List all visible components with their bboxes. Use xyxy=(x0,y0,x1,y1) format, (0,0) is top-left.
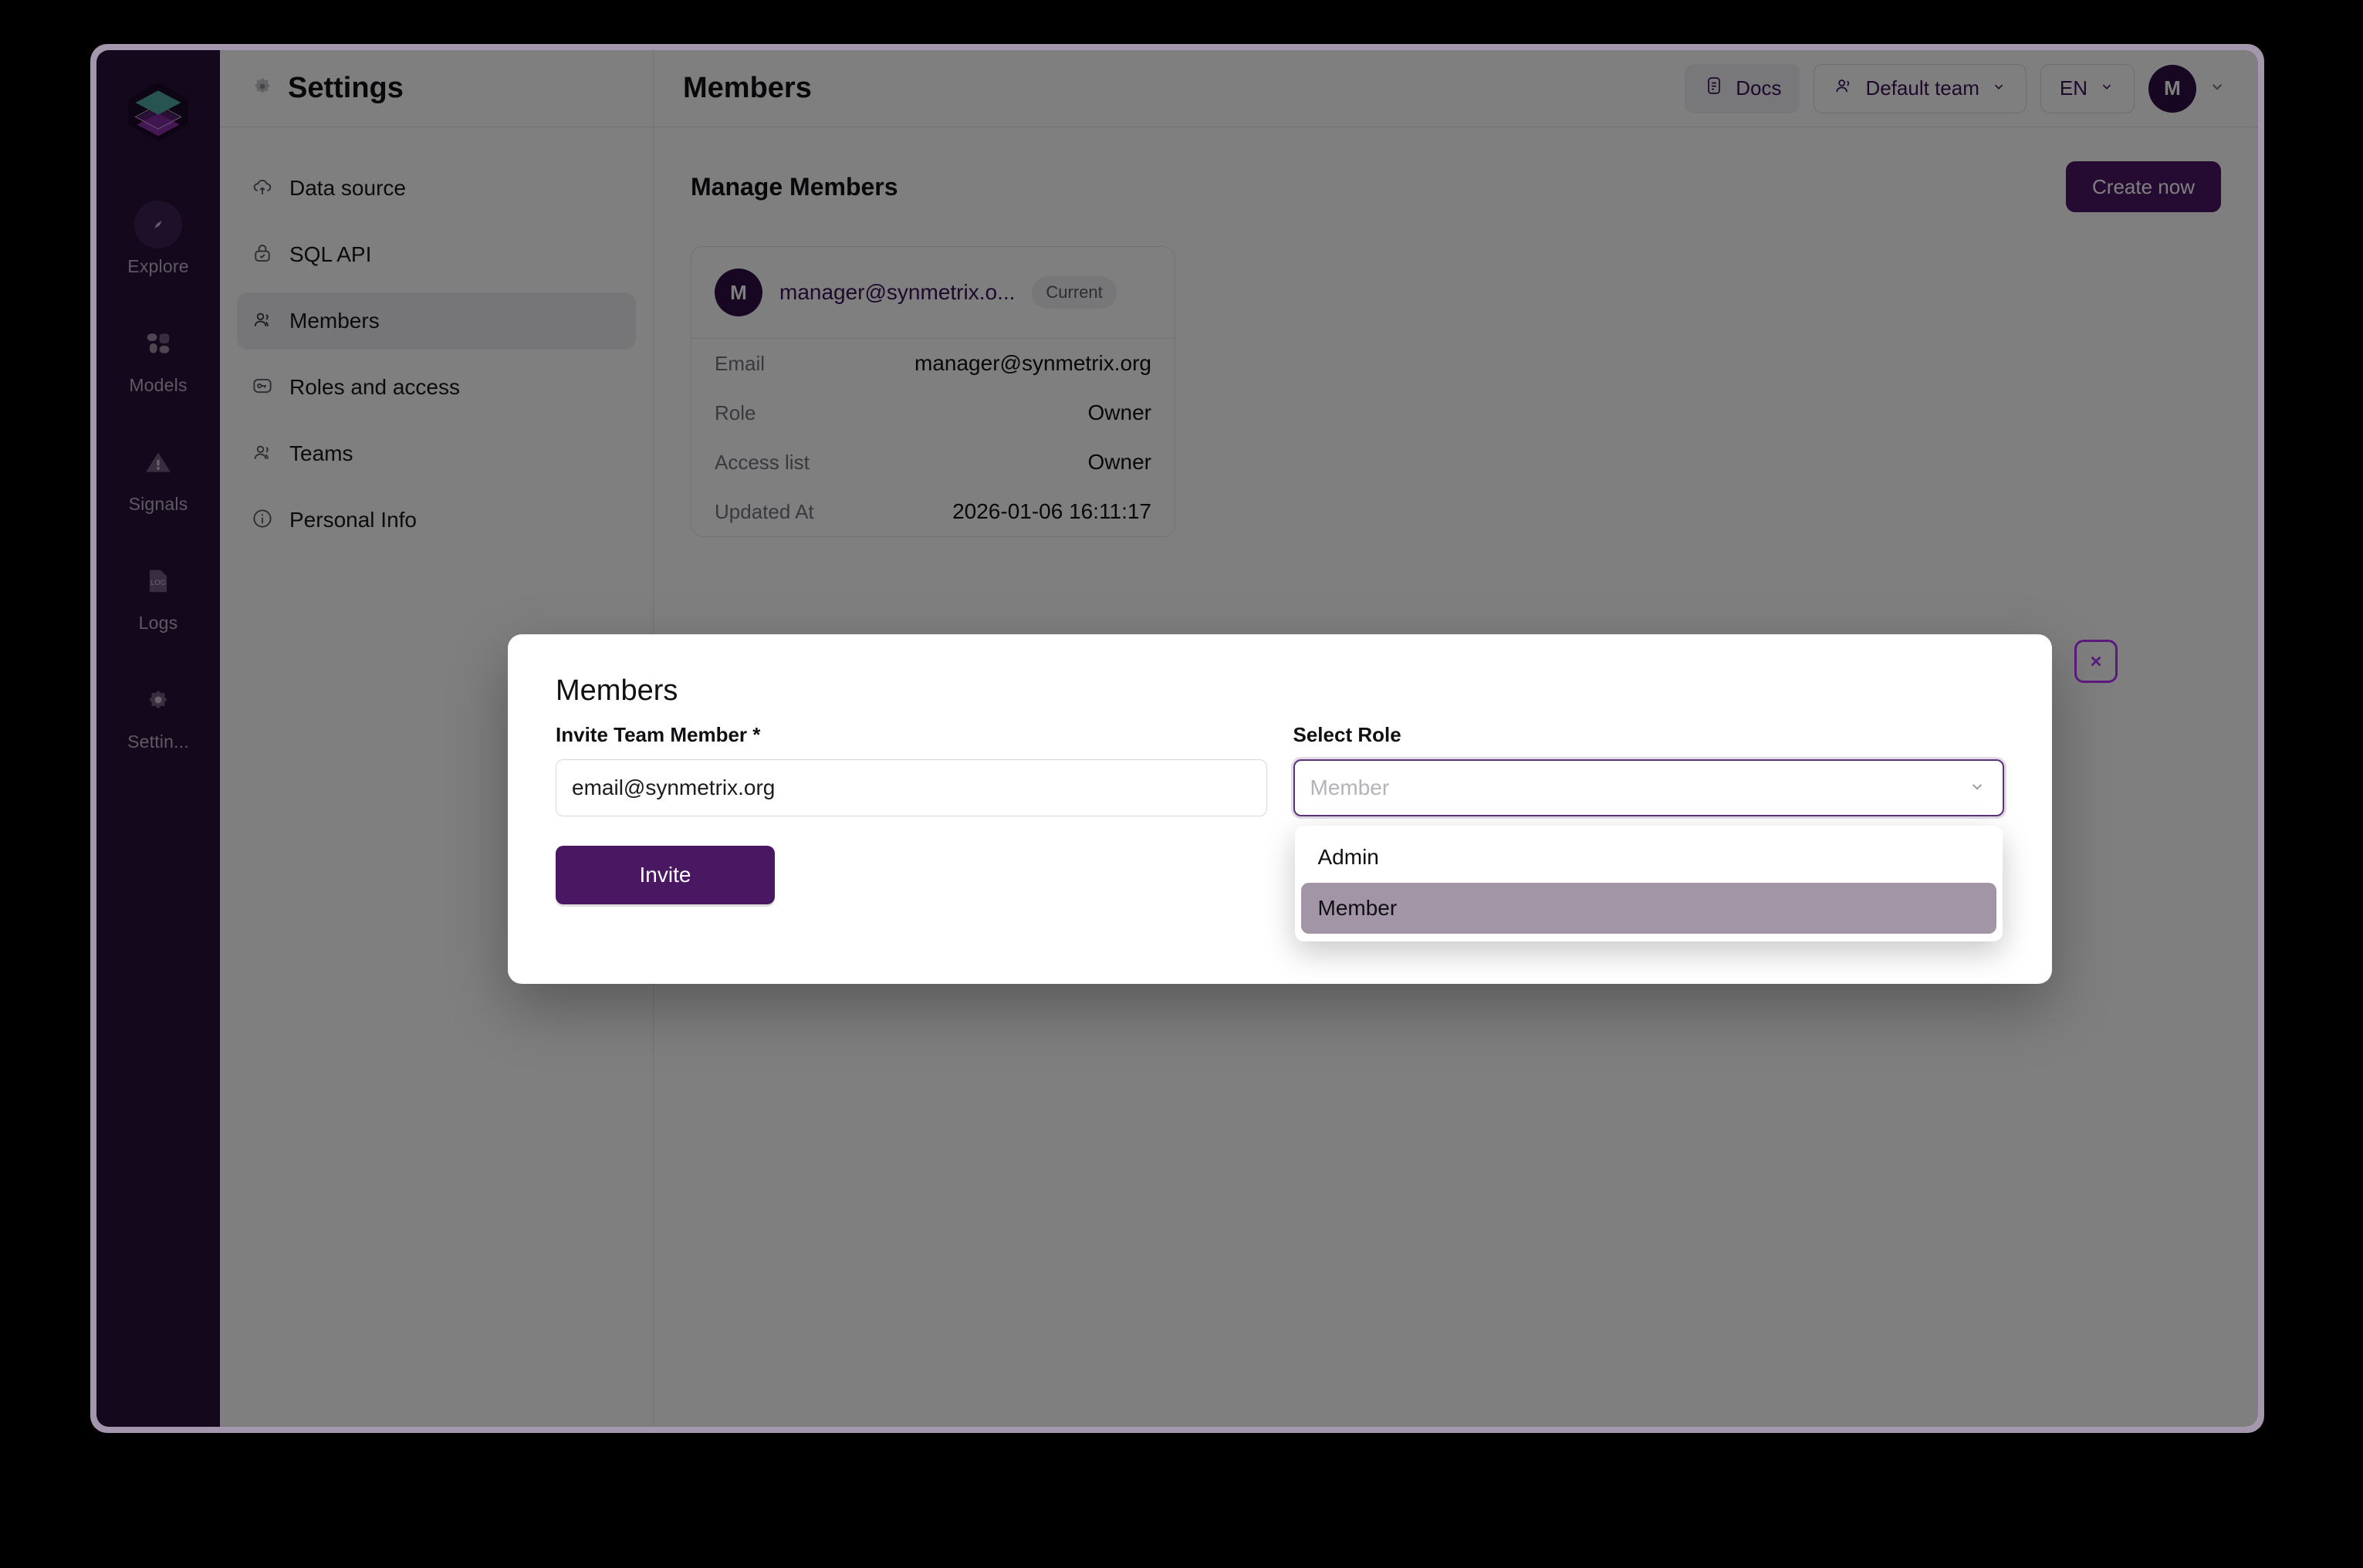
role-select[interactable]: Member Admin Member xyxy=(1293,759,2004,941)
close-icon xyxy=(2091,656,2101,667)
role-select-placeholder: Member xyxy=(1310,776,1390,799)
role-option-admin[interactable]: Admin xyxy=(1301,832,1997,883)
modal-title: Members xyxy=(556,674,678,707)
role-option-member[interactable]: Member xyxy=(1300,883,1996,934)
invite-email-label: Invite Team Member * xyxy=(556,723,761,746)
invite-member-modal: Members Invite Team Member * Invite Sele… xyxy=(508,634,2052,984)
chevron-down-icon xyxy=(1967,776,1987,800)
invite-button[interactable]: Invite xyxy=(556,846,775,904)
browser-window-frame: Explore Models xyxy=(90,44,2264,1433)
modal-body: Invite Team Member * Invite Select Role … xyxy=(556,723,2004,941)
close-button[interactable] xyxy=(2074,640,2118,683)
role-field-group: Select Role Member Admin Member xyxy=(1293,723,2004,941)
email-field[interactable] xyxy=(556,759,1267,816)
app-window: Explore Models xyxy=(96,50,2258,1427)
role-dropdown-menu: Admin Member xyxy=(1294,826,2003,941)
select-role-label: Select Role xyxy=(1293,723,1401,746)
invite-email-field-group: Invite Team Member * Invite xyxy=(556,723,1267,904)
